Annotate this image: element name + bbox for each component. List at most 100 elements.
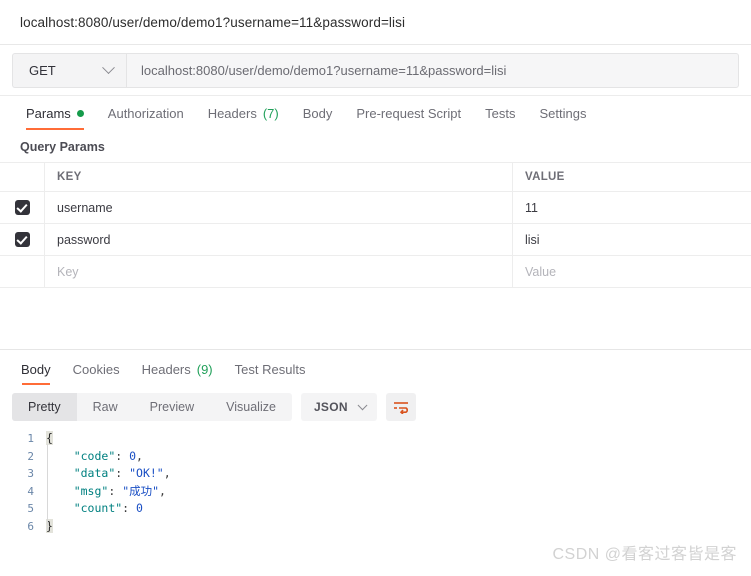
row-value-cell[interactable]: lisi — [513, 224, 751, 255]
code-token: : — [122, 501, 137, 515]
code-token: 0 — [136, 501, 143, 515]
response-format-toolbar: Pretty Raw Preview Visualize JSON — [0, 385, 751, 421]
code-line: 3 "data": "OK!", — [0, 465, 751, 483]
table-row[interactable]: username 11 — [0, 192, 751, 224]
titlebar: localhost:8080/user/demo/demo1?username=… — [0, 0, 751, 45]
tab-label: Headers — [207, 106, 257, 121]
view-mode-preview[interactable]: Preview — [134, 393, 210, 421]
line-number: 1 — [27, 432, 34, 445]
table-header-row: KEY VALUE — [0, 163, 751, 192]
line-number: 5 — [27, 502, 34, 515]
response-tab-body[interactable]: Body — [10, 362, 62, 385]
code-token: , — [159, 483, 166, 498]
request-tab-settings[interactable]: Settings — [527, 106, 598, 130]
row-key-text: password — [57, 232, 111, 247]
view-mode-raw[interactable]: Raw — [77, 393, 134, 421]
code-line: 6} — [0, 518, 751, 536]
view-mode-visualize[interactable]: Visualize — [210, 393, 292, 421]
query-params-table: KEY VALUE username 11 password lisi Key Val… — [0, 162, 751, 350]
line-number: 3 — [27, 467, 34, 480]
placeholder-value-text: Value — [525, 264, 557, 279]
table-row-placeholder[interactable]: Key Value — [0, 256, 751, 288]
code-line-content: "code": 0, — [46, 448, 143, 466]
tab-label: Params — [26, 106, 71, 121]
code-token: : — [115, 466, 130, 480]
request-tab-params[interactable]: Params — [14, 106, 96, 130]
code-token: 0 — [129, 448, 137, 463]
placeholder-key-text: Key — [57, 264, 79, 279]
chevron-down-icon — [102, 60, 115, 74]
postman-request-window: localhost:8080/user/demo/demo1?username=… — [0, 0, 751, 576]
row-checkbox-cell[interactable] — [0, 192, 45, 223]
code-token: , — [163, 466, 171, 480]
tab-label: Authorization — [107, 106, 184, 121]
view-mode-pretty[interactable]: Pretty — [12, 393, 77, 421]
table-row[interactable]: password lisi — [0, 224, 751, 256]
code-token: "data" — [73, 466, 116, 480]
wrap-text-button[interactable] — [385, 393, 416, 421]
row-checkbox-cell[interactable] — [0, 224, 45, 255]
code-line: 2 "code": 0, — [0, 448, 751, 466]
response-tab-test-results[interactable]: Test Results — [224, 362, 317, 385]
tab-label: Settings — [539, 106, 587, 121]
code-token: : — [108, 483, 123, 498]
modified-dot-icon — [76, 110, 84, 117]
code-line-content: "count": 0 — [46, 500, 143, 518]
tab-label: Cookies — [72, 362, 120, 377]
code-token: "OK!" — [129, 466, 164, 480]
response-tab-cookies[interactable]: Cookies — [62, 362, 131, 385]
tab-count-badge: (7) — [262, 106, 279, 121]
tab-label: Body — [302, 106, 333, 121]
row-key-cell[interactable]: password — [45, 224, 513, 255]
header-key-cell: KEY — [45, 163, 513, 191]
code-line: 4 "msg": "成功", — [0, 483, 751, 501]
tab-label: Pre-request Script — [356, 106, 462, 121]
header-check-cell — [0, 163, 45, 191]
code-token: "code" — [73, 448, 116, 463]
request-tab-pre-request-script[interactable]: Pre-request Script — [344, 106, 473, 130]
request-tabs: Params Authorization Headers (7) Body Pre-req… — [0, 96, 751, 130]
response-tab-headers[interactable]: Headers (9) — [131, 362, 224, 385]
wrap-text-icon — [393, 402, 408, 414]
request-tab-authorization[interactable]: Authorization — [96, 106, 196, 130]
line-number: 4 — [27, 484, 34, 498]
placeholder-check-cell[interactable] — [0, 256, 45, 287]
row-value-text: lisi — [525, 232, 540, 247]
row-key-cell[interactable]: username — [45, 192, 513, 223]
response-tabs: Body Cookies Headers (9) Test Results — [0, 350, 751, 385]
code-line-content: "msg": "成功", — [46, 483, 166, 501]
row-value-cell[interactable]: 11 — [513, 192, 751, 223]
query-params-title: Query Params — [20, 140, 105, 154]
request-tab-tests[interactable]: Tests — [473, 106, 527, 130]
line-number: 2 — [27, 449, 34, 463]
chevron-down-icon — [357, 399, 368, 410]
request-url-row: GET localhost:8080/user/demo/demo1?usern… — [0, 45, 751, 96]
row-checkbox-checked[interactable] — [14, 232, 30, 247]
column-header-value: VALUE — [525, 171, 565, 183]
indent-guide — [47, 444, 48, 530]
row-key-text: username — [57, 200, 113, 215]
header-value-cell: VALUE — [513, 163, 751, 191]
http-method-select[interactable]: GET — [12, 52, 126, 88]
tab-label: Body — [21, 362, 51, 377]
request-tab-headers[interactable]: Headers (7) — [196, 106, 291, 130]
code-token: , — [136, 448, 143, 463]
code-token: : — [115, 448, 130, 463]
placeholder-value-cell[interactable]: Value — [513, 256, 751, 287]
request-tab-body[interactable]: Body — [291, 106, 345, 130]
placeholder-key-cell[interactable]: Key — [45, 256, 513, 287]
tab-label: Headers — [141, 362, 191, 377]
request-url-input[interactable]: localhost:8080/user/demo/demo1?username=… — [126, 52, 739, 88]
response-body-viewer[interactable]: 1{2 "code": 0, 3 "data": "OK!", 4 "msg": "… — [0, 430, 751, 535]
column-header-key: KEY — [57, 171, 82, 183]
response-format-select[interactable]: JSON — [300, 393, 377, 421]
row-checkbox-checked[interactable] — [14, 200, 30, 215]
code-line: 1{ — [0, 430, 751, 448]
code-line-content: "data": "OK!", — [46, 465, 171, 483]
row-value-text: 11 — [525, 200, 538, 215]
http-method-label: GET — [29, 62, 56, 78]
